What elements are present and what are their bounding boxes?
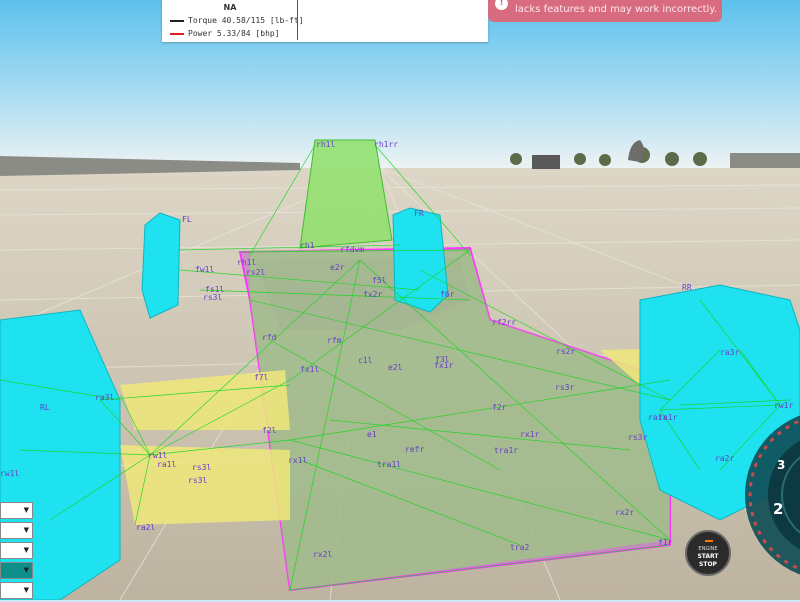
node-label: ra3l (95, 393, 114, 402)
node-label: e2l (388, 363, 403, 372)
node-label: rw1l (148, 451, 167, 460)
node-label: rx1l (288, 456, 307, 465)
torque-label: Torque 40.58/115 [lb-ft] (188, 16, 304, 25)
gear-indicator-top: 3 (777, 458, 786, 472)
stop-label: STOP (699, 561, 717, 568)
node-label: ra3r (720, 348, 739, 357)
node-label: fx1l (300, 365, 319, 374)
chevron-down-icon: ▼ (23, 546, 29, 554)
node-label: refr (405, 445, 424, 454)
dropdown-1[interactable]: ▼ (0, 502, 33, 519)
node-label: rf2rr (492, 318, 516, 327)
left-control-stack: ▼ ▼ ▼ ▼ ▼ (0, 502, 36, 602)
node-label: rx2r (615, 508, 634, 517)
node-label: tra1r (494, 446, 518, 455)
start-label: START (697, 553, 719, 560)
node-label: ra1r (648, 413, 667, 422)
power-swatch (170, 32, 184, 35)
node-label: FL (182, 215, 192, 224)
torque-swatch (170, 19, 184, 22)
chevron-down-icon: ▼ (23, 566, 29, 574)
node-label: e2r (330, 263, 345, 272)
node-label: rw1r (774, 401, 793, 410)
node-label: tra1l (377, 460, 401, 469)
power-label: Power 5.33/84 [bhp] (188, 29, 280, 38)
node-label: f2l (262, 426, 277, 435)
node-label: f5l (372, 276, 387, 285)
node-label: ra2r (715, 454, 734, 463)
warning-text: lacks features and may work incorrectly. (515, 4, 717, 15)
chevron-down-icon: ▼ (23, 586, 29, 594)
node-label: rfm (327, 336, 342, 345)
node-label: fx2r (363, 290, 382, 299)
node-label: rh1rr (374, 140, 398, 149)
node-label: RR (682, 283, 692, 292)
node-label: FR (414, 209, 424, 218)
node-label: rfd (262, 333, 277, 342)
gear-indicator: 2 (773, 500, 784, 518)
node-label: rs3l (188, 476, 207, 485)
node-label: rs3r (628, 433, 647, 442)
node-label: c1l (358, 356, 373, 365)
info-icon: ! (495, 0, 508, 10)
node-label: rx2l (313, 550, 332, 559)
node-label: RL (40, 403, 50, 412)
dropdown-3[interactable]: ▼ (0, 542, 33, 559)
node-label: rw1l (0, 469, 19, 478)
node-label: rfdvm (340, 245, 364, 254)
node-label: rs2l (246, 268, 265, 277)
engine-label: ENGINE (698, 546, 718, 552)
node-label: tra2 (510, 543, 529, 552)
node-label: ra1l (157, 460, 176, 469)
node-label: rh1 (300, 241, 315, 250)
engine-indicator (705, 540, 713, 542)
chevron-down-icon: ▼ (23, 526, 29, 534)
dropdown-4[interactable]: ▼ (0, 562, 33, 579)
power-legend: Power 5.33/84 [bhp] (170, 29, 280, 38)
node-label: fx1r (434, 361, 453, 370)
node-label: rs3r (555, 383, 574, 392)
chevron-down-icon: ▼ (23, 506, 29, 514)
graph-divider (297, 0, 298, 40)
dropdown-5[interactable]: ▼ (0, 582, 33, 599)
warning-banner: ! lacks features and may work incorrectl… (488, 0, 722, 22)
node-label: f7l (254, 373, 269, 382)
node-label: rs2r (556, 347, 575, 356)
node-label: rx1r (520, 430, 539, 439)
node-label: rh1l (316, 140, 335, 149)
dropdown-2[interactable]: ▼ (0, 522, 33, 539)
node-label: f2r (492, 403, 507, 412)
3d-viewport[interactable]: rh1l rh1rrFLfw1lfs1lrs3lrh1lrfdvmrh1e2rFR… (0, 0, 800, 600)
node-label: rh1l (237, 258, 256, 267)
engine-graph-panel: NA Torque 40.58/115 [lb-ft] Power 5.33/8… (162, 0, 488, 42)
graph-title: NA (223, 3, 237, 12)
torque-legend: Torque 40.58/115 [lb-ft] (170, 16, 304, 25)
node-label: f1r (658, 538, 673, 547)
node-label: rs3l (192, 463, 211, 472)
node-label: rs3l (203, 293, 222, 302)
node-label: e1 (367, 430, 377, 439)
node-label: ra2l (136, 523, 155, 532)
node-label: fw1l (195, 265, 214, 274)
engine-start-stop-button[interactable]: ENGINE START STOP (685, 530, 731, 576)
node-label: f6r (440, 290, 455, 299)
